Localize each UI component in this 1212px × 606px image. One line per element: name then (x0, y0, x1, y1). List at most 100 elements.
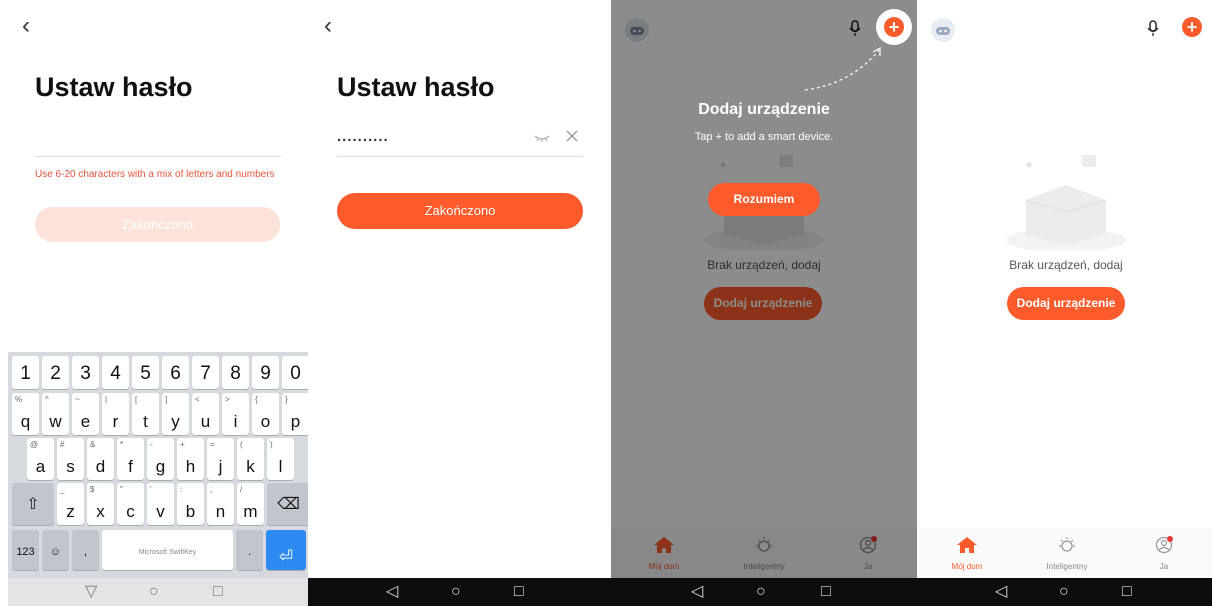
key-1[interactable]: 1 (12, 356, 39, 389)
add-device-button[interactable]: Dodaj urządzenie (1007, 287, 1125, 320)
key-a[interactable]: @ a (27, 438, 54, 480)
period-key[interactable]: . (236, 530, 263, 570)
key-alt-label: ' (150, 485, 152, 494)
avatar[interactable] (931, 18, 955, 42)
numbers-key[interactable]: 123 (12, 530, 39, 570)
nav-home-icon[interactable]: ○ (1059, 582, 1069, 602)
back-button[interactable]: ‹ (324, 12, 344, 40)
system-nav-bar: ◁ ○ □ (611, 578, 917, 606)
shift-key[interactable]: ⇧ (12, 483, 54, 525)
key-h[interactable]: + h (177, 438, 204, 480)
key-i[interactable]: > i (222, 393, 249, 435)
key-c[interactable]: " c (117, 483, 144, 525)
eye-closed-icon[interactable] (534, 133, 550, 143)
key-y[interactable]: ] y (162, 393, 189, 435)
key-label: a (35, 457, 46, 476)
key-s[interactable]: # s (57, 438, 84, 480)
key-k[interactable]: (k (237, 438, 264, 480)
key-7[interactable]: 7 (192, 356, 219, 389)
tab-label: Mój dom (951, 562, 983, 571)
key-e[interactable]: ~ e (72, 393, 99, 435)
key-label: p (290, 412, 301, 431)
tab-my-home[interactable]: Mój dom (932, 536, 1002, 571)
key-label: b (185, 502, 196, 521)
nav-back-icon[interactable]: ▽ (85, 582, 97, 602)
key-w[interactable]: ^ w (42, 393, 69, 435)
home-icon (957, 537, 977, 553)
clear-icon[interactable] (564, 128, 580, 144)
key-o[interactable]: {o (252, 393, 279, 435)
key-4[interactable]: 4 (102, 356, 129, 389)
nav-recent-icon[interactable]: □ (213, 582, 223, 602)
emoji-key[interactable]: ☺ (42, 530, 69, 570)
key-label: ⇧ (26, 496, 40, 513)
key-label: 3 (80, 363, 91, 384)
system-nav-bar: ◁ ○ □ (308, 578, 611, 606)
empty-state-text: Brak urządzeń, dodaj (1009, 258, 1123, 272)
key-label: t (143, 412, 148, 431)
enter-key[interactable]: ⏎ (266, 530, 306, 570)
key-b[interactable]: :b (177, 483, 204, 525)
key-9[interactable]: 9 (252, 356, 279, 389)
key-g[interactable]: -g (147, 438, 174, 480)
nav-recent-icon[interactable]: □ (821, 582, 831, 602)
key-d[interactable]: & d (87, 438, 114, 480)
key-0[interactable]: 0 (282, 356, 308, 389)
backspace-key[interactable]: ⌫ (267, 483, 308, 525)
nav-back-icon[interactable]: ◁ (386, 582, 398, 602)
key-8[interactable]: 8 (222, 356, 249, 389)
nav-home-icon[interactable]: ○ (756, 582, 766, 602)
set-password-screen-empty: ‹ Ustaw hasło Use 6-20 characters with a… (0, 0, 308, 606)
key-f[interactable]: * f (117, 438, 144, 480)
mic-icon[interactable] (1147, 20, 1159, 37)
key-label: 2 (50, 363, 61, 384)
space-key[interactable]: Microsoft SwiftKey (102, 530, 233, 570)
key-x[interactable]: $ x (87, 483, 114, 525)
key-label: n (215, 502, 226, 521)
key-2[interactable]: 2 (42, 356, 69, 389)
nav-back-icon[interactable]: ◁ (995, 582, 1007, 602)
key-label: s (66, 457, 75, 476)
key-label: 8 (230, 363, 241, 384)
key-q[interactable]: % q (12, 393, 39, 435)
nav-back-icon[interactable]: ◁ (691, 582, 703, 602)
done-button[interactable]: Zakończono (337, 193, 583, 229)
keyboard: 1234567890 % q ^ w ~ e | r[t] y < u > i{o} p @ a # s & d * f… (8, 352, 308, 578)
plus-icon: + (884, 17, 904, 37)
key-n[interactable]: ; n (207, 483, 234, 525)
key-label: h (185, 457, 196, 476)
key-m[interactable]: / m (237, 483, 264, 525)
key-j[interactable]: = j (207, 438, 234, 480)
password-field[interactable] (35, 156, 281, 157)
tip-arrow (804, 46, 881, 91)
password-field-value[interactable]: .......... (337, 128, 389, 145)
tab-smart[interactable]: Inteligentny (1032, 536, 1102, 571)
key-alt-label: $ (90, 485, 95, 494)
nav-home-icon[interactable]: ○ (149, 582, 159, 602)
key-t[interactable]: [t (132, 393, 159, 435)
key-z[interactable]: _ z (57, 483, 84, 525)
key-6[interactable]: 6 (162, 356, 189, 389)
key-l[interactable]: ) l (267, 438, 294, 480)
got-it-button[interactable]: Rozumiem (708, 183, 820, 216)
key-3[interactable]: 3 (72, 356, 99, 389)
nav-recent-icon[interactable]: □ (514, 582, 524, 602)
key-v[interactable]: ' v (147, 483, 174, 525)
key-5[interactable]: 5 (132, 356, 159, 389)
key-alt-label: _ (60, 485, 65, 494)
back-button[interactable]: ‹ (22, 12, 42, 40)
highlighted-add-button[interactable]: + (876, 9, 912, 45)
key-label: 6 (170, 363, 181, 384)
key-label: 0 (290, 363, 301, 384)
key-r[interactable]: | r (102, 393, 129, 435)
comma-key[interactable]: , (72, 530, 99, 570)
tab-me[interactable]: Ja (1129, 536, 1199, 571)
key-label: q (20, 412, 31, 431)
key-label: x (96, 502, 105, 521)
key-label: . (247, 546, 252, 558)
nav-home-icon[interactable]: ○ (451, 582, 461, 602)
key-p[interactable]: } p (282, 393, 308, 435)
nav-recent-icon[interactable]: □ (1122, 582, 1132, 602)
add-device-plus-button[interactable]: + (1182, 17, 1202, 37)
key-u[interactable]: < u (192, 393, 219, 435)
